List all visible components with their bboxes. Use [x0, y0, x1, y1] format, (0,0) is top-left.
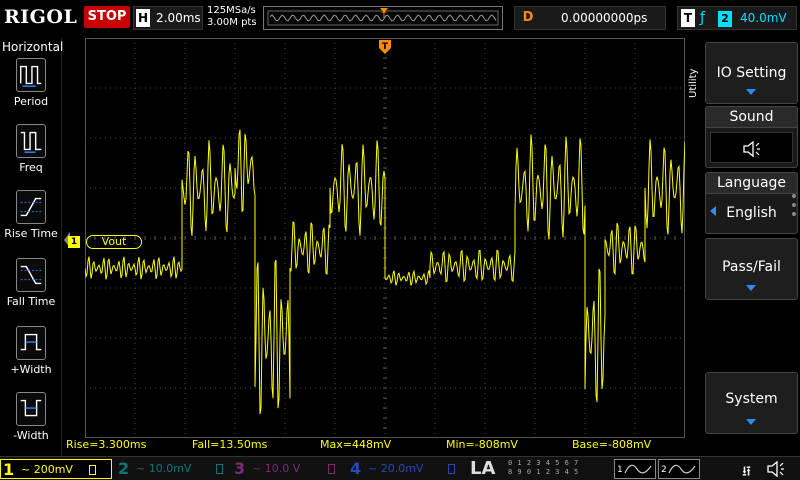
period-icon	[16, 58, 46, 92]
pass-fail-button[interactable]: Pass/Fail	[705, 238, 798, 300]
chevron-down-icon	[746, 285, 756, 291]
trigger-status-box[interactable]: T ƒ 2 40.0mV	[677, 6, 797, 30]
channel-1-number: 1	[3, 460, 15, 479]
measure-negative-width-button[interactable]: -Width	[0, 392, 62, 442]
sound-toggle-inner	[710, 132, 793, 163]
channel-4-scale: ~ 20.0mV	[368, 462, 424, 475]
waveform-display[interactable]: T	[85, 38, 685, 438]
measure-positive-width-label: +Width	[10, 363, 52, 376]
sine-wave-icon	[668, 464, 696, 474]
delay-value: 0.00000000ps	[561, 11, 648, 25]
measure-positive-width-button[interactable]: +Width	[0, 326, 62, 376]
trigger-letter: T	[681, 9, 695, 27]
channel-1-status[interactable]: 1 ~ 200mV	[0, 459, 112, 479]
memory-depth: 3.00M pts	[207, 17, 257, 28]
measurement-base: Base=-808mV	[572, 438, 652, 451]
measure-freq-label: Freq	[19, 161, 43, 174]
menu-page-indicator	[792, 194, 796, 216]
trigger-source-badge: 2	[718, 11, 732, 27]
measurement-max: Max=448mV	[320, 438, 392, 451]
channel-1-label: Vout	[86, 235, 142, 249]
system-label: System	[725, 391, 778, 407]
usb-icon: ⭿	[742, 464, 752, 480]
rigol-logo: RIGOL	[4, 6, 78, 28]
measure-period-button[interactable]: Period	[0, 58, 62, 108]
bandwidth-limit-icon	[448, 464, 455, 474]
digital-row-1: 0 1 2 3 4 5 6 7	[508, 459, 579, 467]
horizontal-delay-box[interactable]: D 0.00000000ps	[514, 6, 666, 30]
channel-1-scale: ~ 200mV	[21, 463, 73, 476]
bandwidth-limit-icon	[89, 465, 96, 475]
speaker-icon	[742, 140, 760, 158]
speaker-icon[interactable]	[764, 459, 794, 479]
measurement-rise: Rise=3.300ms	[66, 438, 147, 451]
memory-overview-strip[interactable]: T	[263, 6, 503, 30]
run-stop-button[interactable]: STOP	[84, 6, 130, 28]
horizontal-letter: H	[136, 9, 150, 27]
panel-title: Horizontal	[2, 40, 64, 54]
horizontal-measure-panel: Horizontal Period Freq Rise Time Fall Ti…	[0, 38, 64, 456]
timebase-value: 2.00ms	[156, 11, 201, 25]
bandwidth-limit-icon	[328, 464, 335, 474]
delay-letter: D	[522, 10, 534, 25]
channel-2-scale: ~ 10.0mV	[136, 462, 192, 475]
top-status-bar: RIGOL STOP H 2.00ms 125MSa/s 3.00M pts T…	[0, 0, 800, 38]
chevron-down-icon	[746, 419, 756, 425]
channel-3-number: 3	[234, 459, 246, 478]
horizontal-timebase-box[interactable]: H 2.00ms	[133, 6, 203, 30]
channel-2-number: 2	[118, 459, 130, 478]
rise-time-icon	[16, 190, 46, 224]
channel-4-status[interactable]: 4 ~ 20.0mV	[348, 459, 464, 479]
positive-width-icon	[16, 326, 46, 360]
pass-fail-label: Pass/Fail	[722, 259, 781, 275]
measure-negative-width-label: -Width	[13, 429, 49, 442]
sound-label: Sound	[705, 106, 798, 128]
sine-wave-icon	[624, 464, 652, 474]
fall-time-icon	[16, 258, 46, 292]
sound-toggle-button[interactable]	[705, 128, 798, 168]
measure-period-label: Period	[13, 95, 49, 108]
trigger-level-value: 40.0mV	[740, 11, 787, 25]
language-label: Language	[705, 172, 798, 194]
system-button[interactable]: System	[705, 372, 798, 434]
waveform-graticule: T	[85, 38, 685, 438]
channel-1-offset-marker[interactable]: 1 Vout	[68, 235, 148, 249]
measure-rise-time-label: Rise Time	[4, 227, 58, 240]
channel-1-marker-number: 1	[68, 236, 80, 248]
bandwidth-limit-icon	[216, 464, 223, 474]
memory-trigger-letter: T	[381, 11, 387, 20]
rising-edge-icon: ƒ	[700, 10, 705, 26]
sample-rate: 125MSa/s	[207, 5, 256, 16]
frequency-icon	[16, 124, 46, 158]
digital-channels-indicator[interactable]: 0 1 2 3 4 5 6 7 8 9 0 1 2 3 4 5	[508, 459, 579, 477]
channel-status-bar: 1 ~ 200mV 2 ~ 10.0mV 3 ~ 10.0 V 4 ~ 20.0…	[0, 456, 800, 480]
language-select[interactable]: English	[705, 194, 798, 234]
digital-row-2: 8 9 0 1 2 3 4 5	[508, 468, 579, 476]
negative-width-icon	[16, 392, 46, 426]
measure-fall-time-button[interactable]: Fall Time	[0, 258, 62, 308]
memory-overview-graphic: T	[267, 8, 499, 26]
measure-rise-time-button[interactable]: Rise Time	[0, 190, 62, 240]
utility-menu-title: Utility	[688, 68, 699, 98]
io-setting-button[interactable]: IO Setting	[705, 42, 798, 104]
measurement-min: Min=-808mV	[446, 438, 518, 451]
utility-menu-panel: Utility IO Setting Sound Language Englis…	[686, 38, 800, 456]
measure-freq-button[interactable]: Freq	[0, 124, 62, 174]
acquisition-info: 125MSa/s 3.00M pts	[207, 5, 257, 29]
channel-3-scale: ~ 10.0 V	[252, 462, 301, 475]
generator-1-button[interactable]: 1	[614, 459, 656, 479]
logic-analyzer-button[interactable]: LA	[470, 458, 495, 479]
channel-2-status[interactable]: 2 ~ 10.0mV	[116, 459, 228, 479]
io-setting-label: IO Setting	[716, 65, 787, 81]
measure-fall-time-label: Fall Time	[6, 295, 56, 308]
measurement-fall: Fall=13.50ms	[192, 438, 268, 451]
language-value: English	[726, 205, 777, 221]
channel-4-number: 4	[350, 459, 362, 478]
trigger-position-letter: T	[382, 42, 389, 52]
generator-2-button[interactable]: 2	[658, 459, 700, 479]
channel-3-status[interactable]: 3 ~ 10.0 V	[232, 459, 344, 479]
chevron-down-icon	[746, 89, 756, 95]
measurement-results-bar: Rise=3.300ms Fall=13.50ms Max=448mV Min=…	[62, 438, 686, 454]
